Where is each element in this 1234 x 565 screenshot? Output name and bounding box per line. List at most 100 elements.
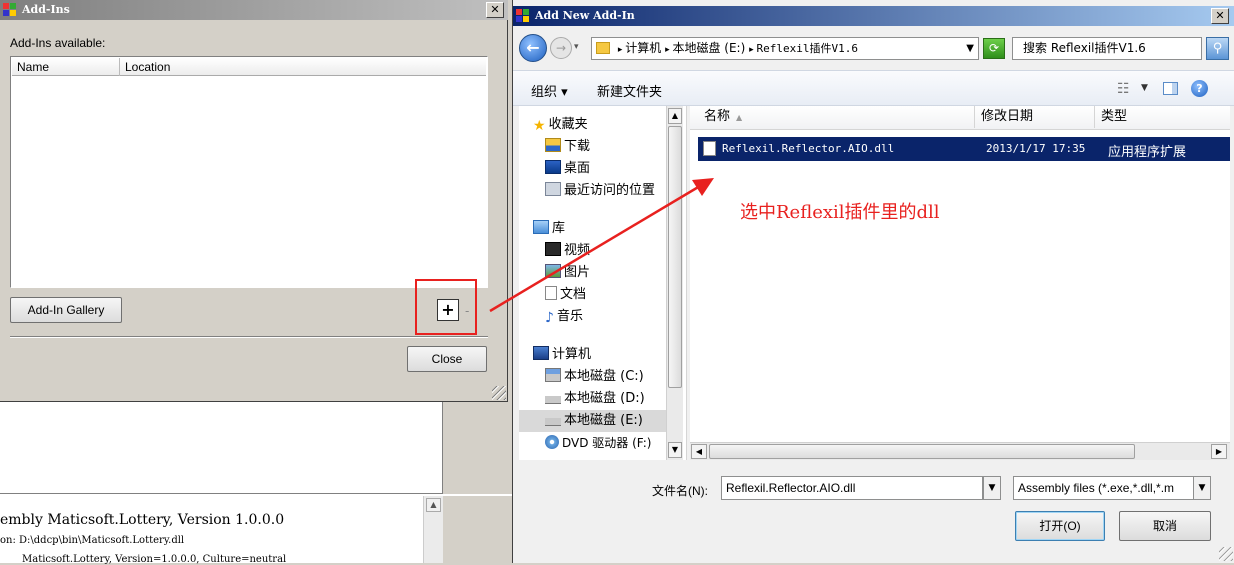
scroll-thumb[interactable]	[709, 444, 1135, 459]
file-dialog: Add New Add-In ✕ ← → ▾ ▸ 计算机 ▸ 本地磁盘 (E:)…	[512, 0, 1234, 563]
view-dropdown-icon[interactable]: ▼	[1141, 83, 1148, 93]
refresh-button[interactable]: ⟳	[983, 38, 1005, 59]
toolbar: 组织 ▾ 新建文件夹 ☷ ▼ ?	[513, 70, 1234, 106]
breadcrumb-folder[interactable]: Reflexil插件V1.6	[756, 42, 857, 55]
scroll-down-icon[interactable]: ▼	[668, 442, 682, 458]
view-icon[interactable]: ☷	[1117, 81, 1130, 97]
scroll-thumb[interactable]	[668, 126, 682, 388]
close-button[interactable]: Close	[407, 346, 487, 372]
open-button[interactable]: 打开(O)	[1015, 511, 1105, 541]
addins-list[interactable]: Name Location	[10, 56, 488, 288]
organize-menu[interactable]: 组织 ▾	[531, 81, 568, 100]
background-top-pane	[0, 402, 443, 494]
help-icon[interactable]: ?	[1191, 80, 1208, 97]
app-icon	[516, 9, 530, 23]
nav-drive-f[interactable]: DVD 驱动器 (F:)	[545, 432, 652, 454]
nav-documents[interactable]: 文档	[545, 284, 586, 306]
assembly-line: embly Maticsoft.Lottery, Version 1.0.0.0	[0, 512, 285, 528]
resize-grip-icon[interactable]	[1219, 547, 1233, 561]
search-box[interactable]: 搜索 Reflexil插件V1.6	[1012, 37, 1202, 60]
refresh-icon: ⟳	[988, 41, 1000, 55]
scroll-up-icon[interactable]: ▲	[668, 108, 682, 124]
file-type: 应用程序扩展	[1108, 145, 1187, 160]
search-icon: ⚲	[1212, 41, 1223, 56]
column-name[interactable]: Name	[12, 58, 120, 76]
nav-recent[interactable]: 最近访问的位置	[545, 180, 655, 202]
nav-drive-d[interactable]: 本地磁盘 (D:)	[545, 388, 645, 410]
file-dialog-close-icon[interactable]: ✕	[1211, 8, 1229, 24]
breadcrumb-computer[interactable]: 计算机	[625, 41, 661, 55]
folder-icon	[596, 42, 610, 54]
background-right-strip-2	[443, 496, 512, 563]
nav-music[interactable]: ♪ 音乐	[545, 306, 583, 328]
nav-downloads[interactable]: 下载	[545, 136, 590, 158]
downloads-icon	[545, 138, 561, 152]
file-name: Reflexil.Reflector.AIO.dll	[722, 142, 895, 155]
scroll-up-icon[interactable]: ▲	[426, 498, 441, 512]
dvd-drive-icon	[545, 435, 559, 449]
scroll-right-icon[interactable]: ▶	[1211, 444, 1227, 459]
background-scrollbar[interactable]: ▲	[423, 496, 443, 563]
filename-input[interactable]: Reflexil.Reflector.AIO.dll	[721, 476, 983, 500]
file-list[interactable]: 名称 ▲ 修改日期 类型 Reflexil.Reflector.AIO.dll 2…	[690, 106, 1230, 460]
background-right-strip	[443, 402, 512, 494]
scroll-left-icon[interactable]: ◀	[691, 444, 707, 459]
column-name[interactable]: 名称 ▲	[690, 106, 975, 128]
nav-drive-e[interactable]: 本地磁盘 (E:)	[519, 410, 681, 432]
column-location[interactable]: Location	[120, 58, 486, 76]
history-dropdown-icon[interactable]: ▾	[574, 42, 579, 52]
addins-list-header: Name Location	[12, 58, 486, 76]
search-button[interactable]: ⚲	[1206, 37, 1229, 60]
filename-dropdown-button[interactable]: ▼	[983, 476, 1001, 500]
addins-title: Add-Ins	[22, 3, 70, 16]
horizontal-scrollbar[interactable]: ◀ ▶	[690, 442, 1230, 460]
forward-button[interactable]: →	[550, 37, 572, 59]
nav-drive-c[interactable]: 本地磁盘 (C:)	[545, 366, 644, 388]
new-folder-button[interactable]: 新建文件夹	[597, 81, 662, 100]
nav-favorites[interactable]: ★ 收藏夹	[533, 114, 588, 136]
video-icon	[545, 242, 561, 256]
filetype-dropdown-button[interactable]: ▼	[1193, 477, 1210, 499]
preview-pane-icon[interactable]	[1163, 82, 1178, 95]
app-icon	[3, 3, 17, 17]
address-dropdown-icon[interactable]: ▼	[966, 38, 974, 59]
recent-places-icon	[545, 182, 561, 196]
nav-scrollbar[interactable]: ▲ ▼	[666, 106, 683, 460]
document-icon	[545, 286, 557, 300]
file-list-header: 名称 ▲ 修改日期 类型	[690, 106, 1230, 130]
addins-close-icon[interactable]: ✕	[486, 2, 504, 18]
column-type[interactable]: 类型	[1095, 106, 1230, 128]
music-icon: ♪	[545, 310, 554, 326]
resize-grip-icon[interactable]	[492, 386, 506, 400]
add-addin-button[interactable]: +	[437, 299, 459, 321]
address-bar[interactable]: ▸ 计算机 ▸ 本地磁盘 (E:) ▸ Reflexil插件V1.6 ▼	[591, 37, 979, 60]
nav-computer[interactable]: 计算机	[533, 344, 591, 366]
addins-available-label: Add-Ins available:	[10, 36, 106, 50]
remove-addin-button[interactable]: -	[465, 305, 481, 317]
nav-videos[interactable]: 视频	[545, 240, 590, 262]
file-dialog-title-bar: Add New Add-In	[513, 6, 1234, 26]
column-date[interactable]: 修改日期	[975, 106, 1095, 128]
background-window: ▲ embly Maticsoft.Lottery, Version 1.0.0…	[0, 402, 512, 565]
fullname-line: Maticsoft.Lottery, Version=1.0.0.0, Cult…	[22, 554, 287, 565]
navigation-pane[interactable]: ★ 收藏夹 下载 桌面 最近访问的位置 库 视频 图片 文档 ♪ 音乐 计算机 本地…	[519, 106, 687, 460]
plus-icon: +	[441, 300, 455, 319]
location-line: on: D:\ddcp\bin\Maticsoft.Lottery.dll	[0, 535, 185, 546]
nav-desktop[interactable]: 桌面	[545, 158, 590, 180]
drive-icon	[545, 390, 561, 404]
nav-libraries[interactable]: 库	[533, 218, 565, 240]
star-icon: ★	[533, 118, 546, 134]
cancel-button[interactable]: 取消	[1119, 511, 1211, 541]
addin-gallery-button[interactable]: Add-In Gallery	[10, 297, 122, 323]
filetype-select[interactable]: Assembly files (*.exe,*.dll,*.m	[1013, 476, 1211, 500]
back-button[interactable]: ←	[519, 34, 547, 62]
dll-file-icon	[703, 141, 716, 156]
sort-ascending-icon: ▲	[736, 113, 743, 122]
arrow-right-icon: →	[555, 41, 567, 55]
search-input[interactable]: 搜索 Reflexil插件V1.6	[1023, 41, 1146, 55]
library-icon	[533, 220, 549, 234]
addins-dialog: Add-Ins ✕ Add-Ins available: Name Locati…	[0, 0, 508, 402]
nav-pictures[interactable]: 图片	[545, 262, 590, 284]
breadcrumb-drive[interactable]: 本地磁盘 (E:)	[672, 41, 745, 55]
file-row[interactable]: Reflexil.Reflector.AIO.dll 2013/1/17 17:…	[698, 137, 1230, 161]
